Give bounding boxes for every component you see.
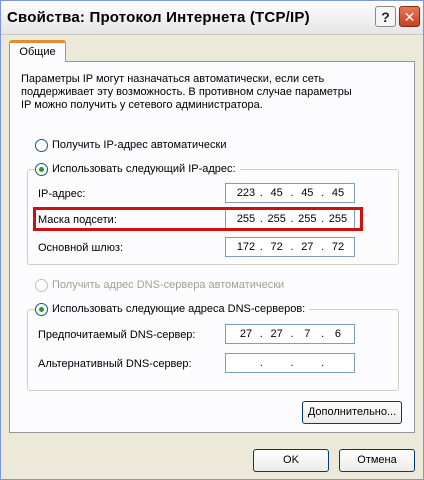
preferred-dns-input[interactable]: 27. 27. 7. 6	[225, 324, 355, 344]
ip-address-input[interactable]: 223. 45. 45. 45	[225, 183, 355, 203]
close-button[interactable]: ✕	[399, 6, 420, 27]
cancel-button[interactable]: Отмена	[339, 449, 415, 472]
description-line: поддерживает эту возможность. В противно…	[21, 86, 352, 98]
radio-circle[interactable]	[35, 138, 48, 152]
octet: 27	[270, 328, 283, 340]
octet: 45	[331, 187, 345, 199]
octet: 6	[334, 328, 342, 340]
window-title: Свойства: Протокол Интернета (TCP/IP)	[7, 9, 310, 26]
octet: 223	[236, 187, 256, 199]
subnet-highlight-box	[33, 207, 363, 231]
gateway-input[interactable]: 172. 72. 27. 72	[225, 237, 355, 257]
description-text: Параметры IP могут назначаться автоматич…	[21, 73, 401, 112]
alternate-dns-label: Альтернативный DNS-сервер:	[38, 358, 192, 370]
ip-address-label: IP-адрес:	[38, 188, 86, 200]
octet: 7	[304, 328, 311, 340]
octet: 45	[301, 187, 314, 199]
radio-circle[interactable]	[35, 278, 48, 292]
radio-circle[interactable]	[35, 162, 48, 176]
octet: 27	[239, 328, 253, 340]
octet: 72	[331, 241, 345, 253]
radio-dns-auto[interactable]: Получить адрес DNS-сервера автоматически	[35, 278, 284, 292]
octet: 72	[270, 241, 283, 253]
radio-dns-manual[interactable]: Использовать следующие адреса DNS-сервер…	[35, 302, 310, 316]
advanced-button[interactable]: Дополнительно...	[302, 401, 402, 424]
preferred-dns-label: Предпочитаемый DNS-сервер:	[38, 329, 196, 341]
dns-groupbox	[27, 309, 399, 391]
description-line: IP можно получить у сетевого администрат…	[21, 99, 263, 111]
radio-ip-manual[interactable]: Использовать следующий IP-адрес:	[35, 162, 240, 176]
radio-dns-manual-label: Использовать следующие адреса DNS-сервер…	[52, 303, 306, 315]
radio-ip-auto-label: Получить IP-адрес автоматически	[52, 139, 227, 151]
dialog-window: Свойства: Протокол Интернета (TCP/IP) ? …	[0, 0, 424, 480]
radio-ip-manual-label: Использовать следующий IP-адрес:	[52, 163, 236, 175]
tab-general[interactable]: Общие	[9, 40, 66, 62]
radio-ip-auto[interactable]: Получить IP-адрес автоматически	[35, 138, 226, 152]
title-bar[interactable]: Свойства: Протокол Интернета (TCP/IP) ? …	[1, 1, 423, 35]
gateway-label: Основной шлюз:	[38, 242, 124, 254]
alternate-dns-input[interactable]: . . .	[225, 353, 355, 373]
radio-circle[interactable]	[35, 302, 48, 316]
help-button[interactable]: ?	[375, 6, 396, 27]
radio-dns-auto-label: Получить адрес DNS-сервера автоматически	[52, 279, 285, 291]
octet: 27	[301, 241, 314, 253]
octet: 172	[236, 241, 256, 253]
ok-button[interactable]: OK	[253, 449, 329, 472]
octet: 45	[270, 187, 283, 199]
description-line: Параметры IP могут назначаться автоматич…	[21, 73, 325, 85]
